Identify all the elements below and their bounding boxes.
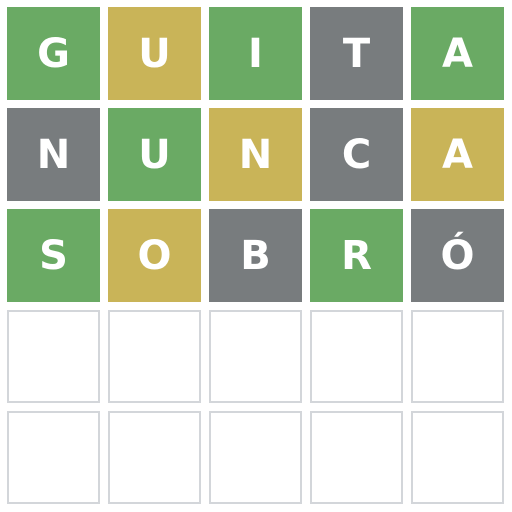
game-board: G U I T A N U N C A S O B R Ó: [7, 7, 504, 504]
tile-r2-c4: C: [310, 108, 403, 201]
tile-r2-c1: N: [7, 108, 100, 201]
tile-r1-c5: A: [411, 7, 504, 100]
tile-r3-c4: R: [310, 209, 403, 302]
tile-r1-c1: G: [7, 7, 100, 100]
tile-r1-c3: I: [209, 7, 302, 100]
tile-r4-c2: [108, 310, 201, 403]
tile-r3-c2: O: [108, 209, 201, 302]
tile-r3-c1: S: [7, 209, 100, 302]
tile-r1-c4: T: [310, 7, 403, 100]
tile-r4-c1: [7, 310, 100, 403]
tile-r5-c3: [209, 411, 302, 504]
tile-r4-c5: [411, 310, 504, 403]
tile-r3-c5: Ó: [411, 209, 504, 302]
tile-r4-c4: [310, 310, 403, 403]
tile-r2-c2: U: [108, 108, 201, 201]
tile-r5-c4: [310, 411, 403, 504]
tile-r5-c2: [108, 411, 201, 504]
tile-r2-c5: A: [411, 108, 504, 201]
tile-r5-c1: [7, 411, 100, 504]
tile-r4-c3: [209, 310, 302, 403]
tile-r3-c3: B: [209, 209, 302, 302]
tile-r1-c2: U: [108, 7, 201, 100]
tile-r2-c3: N: [209, 108, 302, 201]
tile-r5-c5: [411, 411, 504, 504]
